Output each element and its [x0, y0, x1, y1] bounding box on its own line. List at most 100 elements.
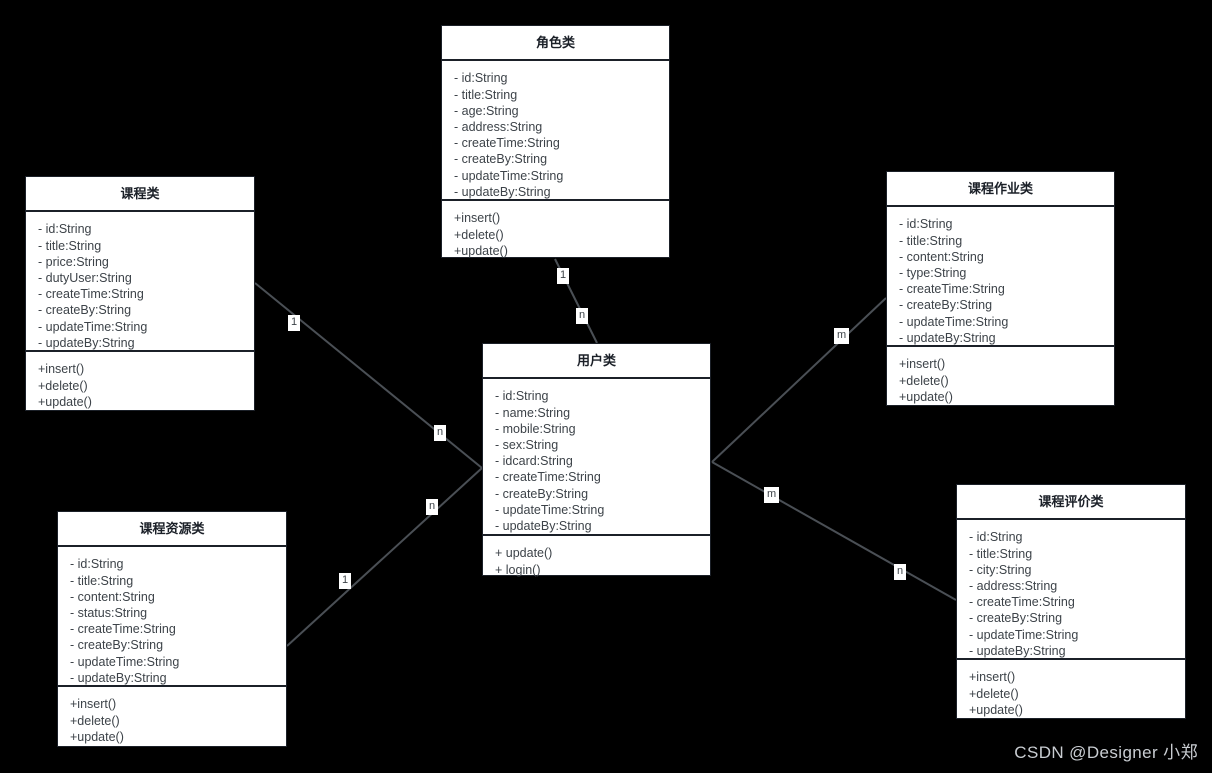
uml-attribute: - idcard:String [495, 454, 573, 469]
uml-class-attributes-evaluation: - id:String - title:String - city:String - … [957, 520, 1185, 661]
uml-attribute: - title:String [38, 238, 102, 253]
relationship-edge-user-evaluation [711, 461, 957, 601]
uml-method: +insert() [969, 670, 1016, 685]
uml-attribute: - dutyUser:String [38, 270, 132, 285]
uml-method: +delete() [899, 373, 949, 388]
uml-attribute: - updateTime:String [969, 627, 1079, 642]
uml-attribute: - createBy:String [70, 638, 164, 653]
uml-class-resource[interactable]: 课程资源类 - id:String - title:String - content:… [57, 511, 287, 747]
uml-class-methods-course: +insert() +delete() +update() [26, 352, 254, 420]
uml-class-title-resource: 课程资源类 [58, 512, 286, 548]
multiplicity-label-role-user-end: n [576, 308, 589, 324]
uml-class-role[interactable]: 角色类 - id:String - title:String - age:String… [441, 25, 670, 258]
uml-attribute: - updateTime:String [38, 319, 148, 334]
uml-attribute: - status:String [70, 605, 148, 620]
multiplicity-label-user-homework-end: m [764, 487, 780, 503]
uml-class-attributes-homework: - id:String - title:String - content:Strin… [887, 207, 1114, 348]
uml-attribute: - createTime:String [70, 622, 176, 637]
uml-class-title-evaluation: 课程评价类 [957, 485, 1185, 521]
uml-attribute: - type:String [899, 265, 967, 280]
uml-method: +update() [969, 702, 1023, 717]
uml-class-course[interactable]: 课程类 - id:String - title:String - price:Stri… [25, 176, 255, 411]
uml-attribute: - age:String [454, 103, 519, 118]
uml-attribute: - sex:String [495, 437, 559, 452]
uml-class-homework[interactable]: 课程作业类 - id:String - title:String - content:… [886, 171, 1115, 406]
multiplicity-label-course-user-end: n [434, 425, 447, 441]
uml-class-attributes-course: - id:String - title:String - price:String -… [26, 212, 254, 353]
uml-method: +insert() [38, 362, 85, 377]
uml-attribute: - createBy:String [969, 611, 1063, 626]
uml-class-attributes-role: - id:String - title:String - age:String - a… [442, 61, 669, 202]
uml-method: +delete() [38, 378, 88, 393]
uml-attribute: - updateTime:String [70, 654, 180, 669]
uml-attribute: - createTime:String [969, 595, 1075, 610]
multiplicity-label-homework-end: m [834, 328, 850, 344]
uml-attribute: - createTime:String [899, 282, 1005, 297]
uml-attribute: - id:String [495, 389, 549, 404]
uml-attribute: - updateBy:String [454, 184, 551, 199]
uml-attribute: - city:String [969, 562, 1032, 577]
uml-class-attributes-user: - id:String - name:String - mobile:String -… [483, 379, 710, 537]
uml-class-methods-role: +insert() +delete() +update() [442, 201, 669, 269]
uml-attribute: - id:String [899, 217, 953, 232]
uml-attribute: - address:String [969, 578, 1058, 593]
uml-attribute: - price:String [38, 254, 109, 269]
relationship-edge-resource-user [286, 467, 483, 647]
multiplicity-label-resource-user-end: n [426, 499, 439, 515]
uml-method: +insert() [70, 697, 117, 712]
uml-attribute: - updateTime:String [454, 168, 564, 183]
relationship-edge-course-user [254, 282, 483, 469]
uml-method: +update() [70, 729, 124, 744]
uml-attribute: - createTime:String [495, 470, 601, 485]
uml-method: +insert() [899, 357, 946, 372]
multiplicity-label-role-end: 1 [557, 268, 570, 284]
uml-class-title-user: 用户类 [483, 344, 710, 380]
uml-class-methods-homework: +insert() +delete() +update() [887, 347, 1114, 415]
uml-attribute: - id:String [454, 71, 508, 86]
uml-attribute: - content:String [899, 249, 984, 264]
uml-class-user[interactable]: 用户类 - id:String - name:String - mobile:Stri… [482, 343, 711, 577]
uml-attribute: - updateTime:String [495, 502, 605, 517]
uml-method: +update() [38, 394, 92, 409]
uml-attribute: - updateBy:String [495, 518, 592, 533]
uml-class-methods-user: + update() + login() [483, 536, 710, 587]
uml-attribute: - title:String [70, 573, 134, 588]
uml-attribute: - createBy:String [899, 298, 993, 313]
uml-class-evaluation[interactable]: 课程评价类 - id:String - title:String - city:Str… [956, 484, 1186, 719]
uml-attribute: - name:String [495, 405, 571, 420]
uml-method: +delete() [70, 713, 120, 728]
multiplicity-label-evaluation-end: n [894, 564, 907, 580]
uml-class-methods-resource: +insert() +delete() +update() [58, 687, 286, 755]
uml-attribute: - updateBy:String [38, 335, 135, 350]
watermark-text: CSDN @Designer 小郑 [1014, 743, 1198, 762]
uml-attribute: - id:String [38, 222, 92, 237]
uml-method: +delete() [969, 686, 1019, 701]
uml-method: +delete() [454, 227, 504, 242]
uml-attribute: - updateBy:String [969, 643, 1066, 658]
uml-attribute: - id:String [969, 530, 1023, 545]
uml-attribute: - title:String [454, 87, 518, 102]
uml-class-title-homework: 课程作业类 [887, 172, 1114, 208]
uml-attribute: - id:String [70, 557, 124, 572]
uml-attribute: - createBy:String [495, 486, 589, 501]
multiplicity-label-course-end: 1 [288, 315, 301, 331]
uml-class-title-role: 角色类 [442, 26, 669, 62]
relationship-edge-user-homework [711, 297, 887, 463]
uml-attribute: - updateBy:String [70, 670, 167, 685]
uml-attribute: - updateBy:String [899, 330, 996, 345]
uml-attribute: - content:String [70, 589, 155, 604]
uml-attribute: - createBy:String [454, 152, 548, 167]
uml-attribute: - createTime:String [454, 136, 560, 151]
uml-method: +update() [454, 243, 508, 258]
uml-method: +update() [899, 389, 953, 404]
uml-method: + update() [495, 546, 553, 561]
uml-method: + login() [495, 562, 541, 577]
uml-class-attributes-resource: - id:String - title:String - content:Strin… [58, 547, 286, 688]
uml-attribute: - updateTime:String [899, 314, 1009, 329]
uml-attribute: - mobile:String [495, 421, 576, 436]
uml-class-title-course: 课程类 [26, 177, 254, 213]
uml-attribute: - createBy:String [38, 303, 132, 318]
multiplicity-label-resource-end: 1 [339, 573, 352, 589]
uml-class-diagram-canvas: 角色类 - id:String - title:String - age:String… [0, 0, 1212, 773]
uml-attribute: - title:String [899, 233, 963, 248]
